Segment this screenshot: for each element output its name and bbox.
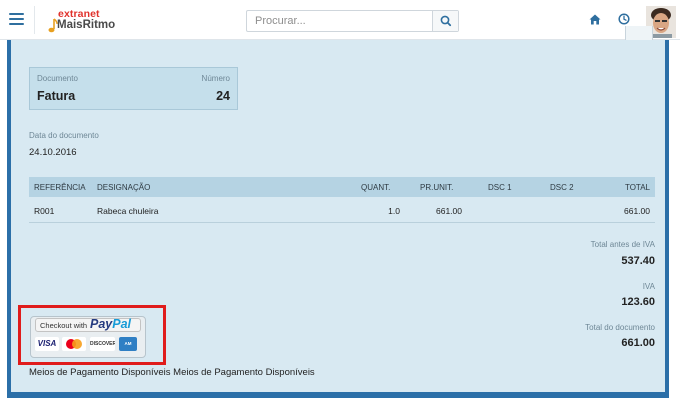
document-number-label: Número	[201, 74, 230, 83]
search-box	[246, 10, 459, 32]
hamburger-menu-icon[interactable]	[9, 13, 24, 26]
cell-unit-price: 661.00	[436, 206, 462, 216]
table-row: R001 Rabeca chuleira 1.0 661.00 661.00	[29, 197, 655, 223]
cell-quantity: 1.0	[388, 206, 400, 216]
document-total-value: 661.00	[621, 337, 655, 349]
vat-value: 123.60	[621, 296, 655, 308]
paypal-logo-part1: Pay	[90, 317, 113, 331]
column-header-discount-1: DSC 1	[488, 183, 512, 192]
document-info-card: Documento Número Fatura 24	[29, 67, 238, 110]
column-header-designation: DESIGNAÇÃO	[97, 183, 151, 192]
clock-icon[interactable]	[618, 13, 630, 25]
cell-reference: R001	[34, 206, 55, 216]
cell-total: 661.00	[624, 206, 650, 216]
visa-card-icon: VISA	[35, 337, 59, 351]
column-header-unit-price: PR.UNIT.	[420, 183, 454, 192]
payment-methods-text: Meios de Pagamento Disponíveis Meios de …	[29, 367, 315, 378]
column-header-quantity: QUANT.	[361, 183, 391, 192]
column-header-total: TOTAL	[624, 183, 650, 192]
logo-text-maisritmo: MaisRitmo	[57, 19, 116, 31]
document-number-value: 24	[216, 89, 230, 103]
search-icon	[440, 15, 452, 27]
amex-card-icon: AM	[119, 337, 137, 351]
search-button[interactable]	[432, 11, 458, 31]
document-date-label: Data do documento	[29, 131, 99, 140]
total-before-vat-label: Total antes de IVA	[590, 240, 655, 249]
document-type-value: Fatura	[37, 89, 76, 103]
cell-designation: Rabeca chuleira	[97, 206, 159, 216]
table-header: REFERÊNCIA DESIGNAÇÃO QUANT. PR.UNIT. DS…	[29, 177, 655, 197]
discover-card-icon: DISCOVER	[90, 337, 115, 351]
total-before-vat-value: 537.40	[621, 255, 655, 267]
search-input[interactable]	[247, 11, 433, 31]
top-navbar: extranet MaisRitmo	[0, 0, 680, 40]
document-date-value: 24.10.2016	[29, 147, 77, 158]
document-total-label: Total do documento	[585, 323, 655, 332]
mastercard-card-icon	[62, 337, 86, 351]
paypal-logo: PayPal	[90, 317, 131, 331]
column-header-reference: REFERÊNCIA	[34, 183, 86, 192]
column-header-discount-2: DSC 2	[550, 183, 574, 192]
document-type-label: Documento	[37, 74, 78, 83]
vat-label: IVA	[642, 282, 655, 291]
paypal-logo-part2: Pal	[112, 317, 132, 331]
home-icon[interactable]	[589, 14, 601, 25]
paypal-checkout-text: Checkout with	[40, 321, 88, 330]
divider	[34, 6, 35, 34]
